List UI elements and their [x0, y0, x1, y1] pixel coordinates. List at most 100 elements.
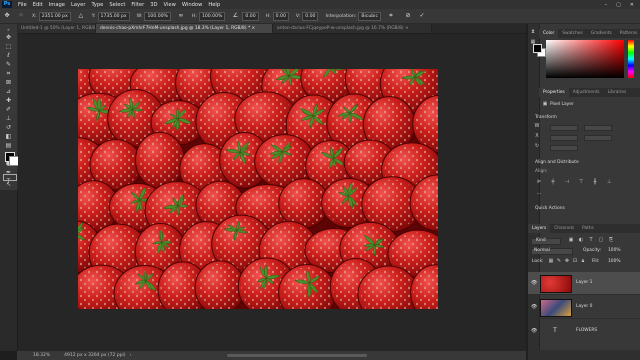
horizontal-scrollbar[interactable] — [227, 354, 367, 357]
menu-layer[interactable]: Layer — [71, 2, 85, 8]
color-field[interactable] — [546, 40, 624, 78]
tab-paths[interactable]: Paths — [578, 224, 598, 233]
menu-window[interactable]: Window — [182, 2, 202, 8]
menu-filter[interactable]: Filter — [131, 2, 144, 8]
menu-edit[interactable]: Edit — [33, 2, 43, 8]
menu-3d[interactable]: 3D — [150, 2, 157, 8]
menu-help[interactable]: Help — [208, 2, 220, 8]
eraser-tool-icon[interactable]: ◧ — [1, 133, 16, 140]
layer-row-layer-0[interactable]: 👁︎ Layer 0 — [528, 296, 640, 319]
color-fg-swatch[interactable] — [533, 44, 542, 53]
width-input[interactable]: 100.00% — [144, 11, 171, 21]
crop-tool-icon[interactable]: ⌗ — [1, 70, 16, 77]
align-hcenter-icon[interactable]: ╪ — [550, 180, 556, 185]
healing-brush-tool-icon[interactable]: ✚ — [1, 97, 16, 104]
tab-gradients[interactable]: Gradients — [587, 29, 616, 38]
filter-shape-icon[interactable]: ▢ — [598, 238, 604, 243]
tab-libraries[interactable]: Libraries — [604, 88, 631, 97]
tab-properties[interactable]: Properties — [539, 88, 569, 97]
transform-angle-field[interactable] — [550, 145, 578, 151]
angle-input[interactable]: 0.00 — [242, 11, 259, 21]
align-right-icon[interactable]: ⊣ — [564, 180, 570, 185]
link-icon[interactable]: ∞ — [177, 12, 185, 20]
eyedropper-tool-icon[interactable]: ⊿ — [1, 88, 16, 95]
hue-slider[interactable] — [628, 40, 634, 78]
visibility-eye-icon[interactable]: 👁︎ — [531, 328, 537, 334]
lock-all-icon[interactable]: 🔒︎ — [580, 259, 586, 264]
align-top-icon[interactable]: ⊤ — [578, 180, 584, 185]
brush-tool-icon[interactable]: ✐ — [1, 106, 16, 113]
commit-transform-icon[interactable]: ✓ — [418, 12, 426, 20]
transform-y-field[interactable] — [584, 135, 612, 141]
transform-w-field[interactable] — [550, 125, 578, 131]
lock-position-icon[interactable]: ✥ — [564, 259, 570, 264]
align-left-icon[interactable]: ⊫ — [536, 180, 542, 185]
history-brush-tool-icon[interactable]: ↺ — [1, 124, 16, 131]
x-input[interactable]: 2351.00 px — [38, 11, 71, 21]
filter-pixel-icon[interactable]: ▣ — [568, 238, 574, 243]
lasso-tool-icon[interactable]: ℓ — [1, 52, 16, 59]
collapse-toolbar-icon[interactable]: » — [1, 26, 16, 33]
app-logo[interactable]: Ps — [2, 1, 12, 8]
warp-icon[interactable]: ⌗ — [387, 12, 395, 20]
more-options-icon[interactable]: ⋯ — [536, 192, 542, 197]
cancel-transform-icon[interactable]: ⊘ — [404, 12, 412, 20]
visibility-eye-icon[interactable]: 👁︎ — [531, 280, 537, 286]
close-icon[interactable]: ✕ — [630, 2, 634, 8]
lock-image-icon[interactable]: ✎ — [556, 259, 562, 264]
lock-transparent-icon[interactable]: ▦ — [548, 259, 554, 264]
menu-view[interactable]: View — [164, 2, 176, 8]
tab-strawberries[interactable]: dennis-chao-pXmhrF7HnM-unsplash.jpg @ 18… — [96, 24, 273, 33]
filter-smart-icon[interactable]: ⎘ — [608, 238, 614, 243]
align-vcenter-icon[interactable]: ╫ — [592, 180, 598, 185]
filter-type-icon[interactable]: T — [588, 238, 594, 243]
zoom-level[interactable]: 18.32% — [33, 353, 50, 358]
menu-image[interactable]: Image — [49, 2, 65, 8]
height-input[interactable]: 100.00% — [198, 11, 226, 21]
menu-file[interactable]: File — [18, 2, 27, 8]
tab-patterns[interactable]: Patterns — [616, 29, 640, 38]
flowers-layer-name[interactable]: FLOWERS — [576, 328, 597, 333]
interpolation-select[interactable]: Bicubic — [358, 11, 381, 21]
tab-channels[interactable]: Channels — [550, 224, 578, 233]
transform-h-field[interactable] — [584, 125, 612, 131]
marquee-tool-icon[interactable]: ⬚ — [1, 43, 16, 50]
layer-0-name[interactable]: Layer 0 — [576, 304, 592, 309]
quick-select-tool-icon[interactable]: ✎ — [1, 61, 16, 68]
transform-x-field[interactable] — [550, 135, 578, 141]
reference-point-icon[interactable]: ⁘ — [17, 12, 25, 20]
tab-untitled[interactable]: Untitled-1 @ 50% (Layer 1, RGB/8) * × — [17, 24, 96, 33]
history-panel-icon[interactable]: ⧗ — [530, 30, 536, 35]
h-skew-input[interactable]: 0.00 — [272, 11, 289, 21]
strawberries-photo[interactable] — [78, 69, 438, 309]
tab-adjustments[interactable]: Adjustments — [569, 88, 604, 97]
layer-1-name[interactable]: Layer 1 — [576, 280, 592, 285]
path-select-tool-icon[interactable]: ↖ — [2, 181, 15, 188]
v-skew-input[interactable]: 0.00 — [302, 11, 319, 21]
layer-row-flowers[interactable]: 👁︎ T FLOWERS — [528, 320, 640, 342]
y-input[interactable]: 1735.00 px — [97, 11, 130, 21]
relative-position-icon[interactable]: △ — [77, 12, 85, 20]
status-menu-icon[interactable]: › — [130, 353, 132, 358]
lock-artboard-icon[interactable]: ⊡ — [572, 259, 578, 264]
visibility-eye-icon[interactable]: 👁︎ — [531, 304, 537, 310]
maximize-icon[interactable]: ▢ — [616, 2, 621, 8]
opacity-value[interactable]: 100% — [608, 248, 621, 253]
filter-adjust-icon[interactable]: ◐ — [578, 238, 584, 243]
clone-stamp-tool-icon[interactable]: ⊥ — [1, 115, 16, 122]
align-bottom-icon[interactable]: ⊥ — [606, 180, 612, 185]
move-tool-preset-icon[interactable]: ✥ — [3, 12, 11, 20]
frame-tool-icon[interactable]: ⊠ — [1, 79, 16, 86]
tab-layers[interactable]: Layers — [528, 224, 551, 233]
minimize-icon[interactable]: – — [605, 2, 608, 8]
tab-anton-darius[interactable]: anton-darius-FCjqeypeP-w-unsplash.jpg @ … — [273, 24, 432, 33]
fill-value[interactable]: 100% — [608, 259, 621, 264]
tab-swatches[interactable]: Swatches — [558, 29, 587, 38]
menu-select[interactable]: Select — [109, 2, 125, 8]
layer-row-layer-1[interactable]: 👁︎ Layer 1 — [528, 272, 640, 295]
gradient-tool-icon[interactable]: ▤ — [1, 142, 16, 149]
menu-type[interactable]: Type — [91, 2, 103, 8]
tab-color[interactable]: Color — [539, 29, 559, 38]
move-tool-icon[interactable]: ✥ — [1, 34, 16, 41]
screen-mode-icon[interactable] — [3, 174, 17, 181]
